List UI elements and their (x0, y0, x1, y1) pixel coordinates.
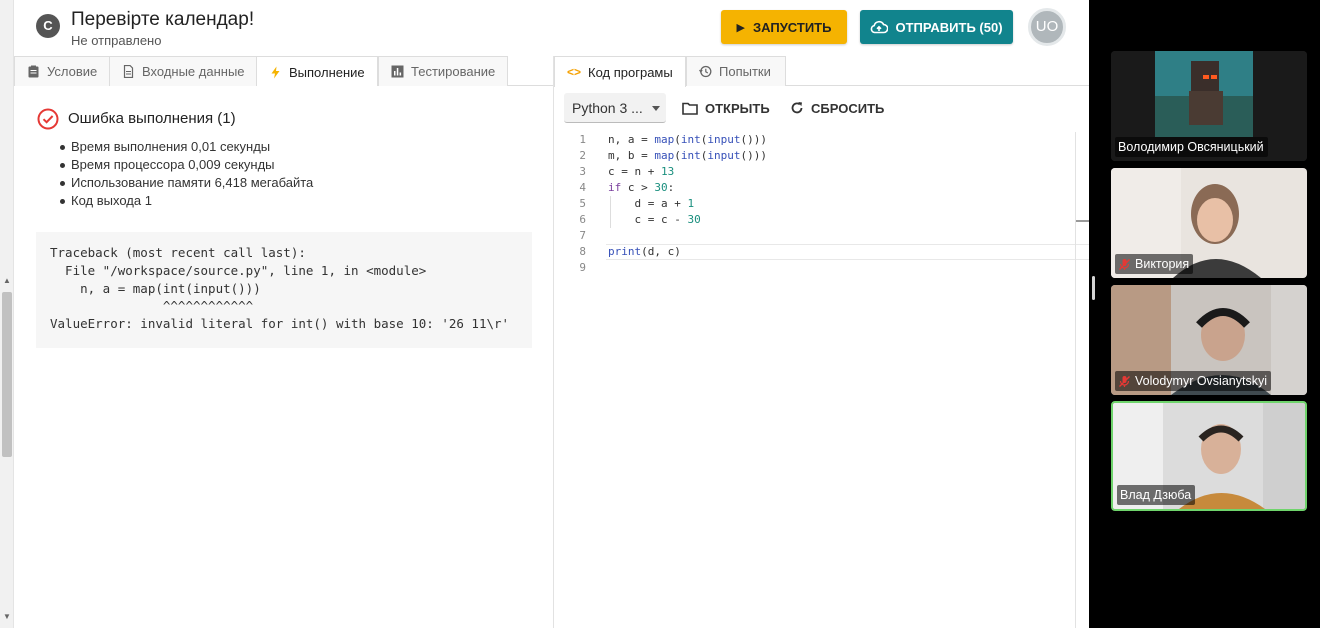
traceback-output: Traceback (most recent call last): File … (36, 232, 532, 348)
sidebar-splitter (1089, 0, 1099, 628)
participant-name: Volodymyr Ovsianytskyi (1115, 371, 1271, 391)
code-line[interactable]: 1 n, a = map(int(input())) (554, 132, 1089, 148)
document-icon (123, 65, 134, 78)
reset-button[interactable]: СБРОСИТЬ (790, 93, 884, 123)
resize-handle[interactable] (1092, 276, 1095, 300)
participant-name: Виктория (1115, 254, 1194, 274)
bar-chart-icon (391, 65, 404, 78)
code-tabs: <> Код програмы Попытки (554, 56, 1089, 87)
problem-tabs: Условие Входные данные Выполнение Тестир… (14, 56, 553, 87)
scrollbar-thumb[interactable] (2, 292, 12, 457)
lightning-icon (271, 66, 280, 78)
tab-attempts[interactable]: Попытки (686, 56, 786, 86)
mic-muted-icon (1119, 375, 1130, 387)
editor-toolbar: Python 3 ... ОТКРЫТЬ СБРОСИТЬ (554, 86, 1089, 130)
participant-video-4[interactable]: Влад Дзюба (1111, 401, 1307, 511)
stat-cpu-time: Время процессора 0,009 секунды (59, 156, 313, 174)
code-line[interactable]: 2 m, b = map(int(input())) (554, 148, 1089, 164)
code-icon: <> (567, 65, 582, 79)
participant-video-1[interactable]: Володимир Овсяницький (1111, 51, 1307, 161)
header: C Перевірте календар! Не отправлено ▶ ЗА… (14, 0, 1089, 54)
scroll-up-icon[interactable]: ▲ (3, 276, 11, 285)
code-editor[interactable]: 1 n, a = map(int(input())) 2 m, b = map(… (554, 130, 1089, 628)
participant-video-2[interactable]: Виктория (1111, 168, 1307, 278)
folder-icon (682, 102, 698, 115)
user-avatar[interactable]: UO (1028, 8, 1066, 46)
tab-testing[interactable]: Тестирование (378, 56, 508, 86)
participant-video-3[interactable]: Volodymyr Ovsianytskyi (1111, 285, 1307, 395)
code-line[interactable]: 5 d = a + 1 (554, 196, 1089, 212)
code-judge-app: ▲ ▼ C Перевірте календар! Не отправлено … (0, 0, 1089, 628)
execution-result-title: Ошибка выполнения (1) (68, 110, 236, 127)
tab-statement[interactable]: Условие (14, 56, 117, 86)
editor-scrollbar[interactable] (1075, 132, 1089, 628)
submit-button[interactable]: ОТПРАВИТЬ (50) (860, 10, 1013, 44)
execution-panel: Ошибка выполнения (1) Время выполнения 0… (14, 86, 553, 628)
code-line[interactable]: 9 (554, 260, 1089, 276)
language-select[interactable]: Python 3 ... (564, 93, 666, 123)
scrollbar-marker (1076, 220, 1089, 222)
refresh-icon (791, 102, 803, 114)
error-check-icon (37, 108, 59, 130)
stat-exit-code: Код выхода 1 (59, 192, 313, 210)
submit-button-label: ОТПРАВИТЬ (50) (895, 19, 1003, 35)
submission-status: Не отправлено (71, 33, 162, 48)
cloud-upload-icon (871, 20, 889, 34)
page-scrollbar[interactable]: ▲ ▼ (0, 0, 14, 628)
participant-name: Влад Дзюба (1117, 485, 1196, 505)
clipboard-icon (28, 65, 39, 78)
language-value: Python 3 ... (572, 100, 643, 116)
stat-memory: Использование памяти 6,418 мегабайта (59, 175, 314, 190)
chevron-down-icon (652, 106, 660, 111)
code-line[interactable]: 3 c = n + 13 (554, 164, 1089, 180)
tab-input-data[interactable]: Входные данные (109, 56, 257, 86)
code-line[interactable]: 6 c = c - 30 (554, 212, 1089, 228)
run-button-label: ЗАПУСТИТЬ (753, 19, 832, 35)
scroll-down-icon[interactable]: ▼ (3, 612, 11, 621)
history-icon (699, 65, 712, 78)
code-line[interactable]: 7 (554, 228, 1089, 244)
page-title: Перевірте календар! (71, 9, 255, 30)
play-icon: ▶ (736, 21, 746, 34)
execution-stats: Время выполнения 0,01 секунды Время проц… (59, 138, 314, 210)
app-logo: C (36, 14, 60, 38)
run-button[interactable]: ▶ ЗАПУСТИТЬ (721, 10, 847, 44)
stat-wall-time: Время выполнения 0,01 секунды (59, 138, 313, 156)
tab-execution[interactable]: Выполнение (256, 56, 378, 87)
code-line[interactable]: 8 print(d, c) (554, 244, 1089, 260)
tab-program-code[interactable]: <> Код програмы (554, 56, 686, 87)
code-line[interactable]: 4 if c > 30: (554, 180, 1089, 196)
open-file-button[interactable]: ОТКРЫТЬ (682, 93, 770, 123)
mic-muted-icon (1119, 258, 1130, 270)
participant-name: Володимир Овсяницький (1115, 137, 1268, 157)
